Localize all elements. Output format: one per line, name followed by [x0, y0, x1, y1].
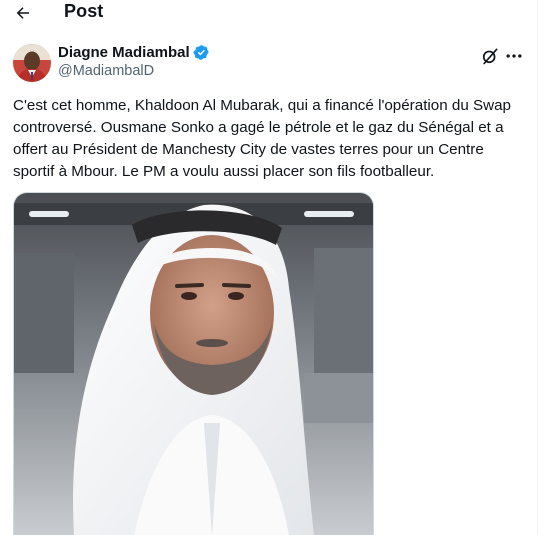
author-name[interactable]: Diagne Madiambal — [58, 44, 190, 61]
avatar[interactable] — [13, 44, 51, 82]
verified-badge-icon — [193, 45, 209, 60]
grok-icon — [482, 48, 498, 65]
more-horizontal-icon — [506, 54, 522, 58]
column-border — [537, 0, 538, 535]
back-button[interactable] — [8, 0, 38, 26]
post-header: Diagne Madiambal @MadiambalD — [0, 40, 537, 84]
page-title: Post — [64, 1, 104, 21]
tweet-photo[interactable] — [13, 192, 374, 535]
tweet-text: C'est cet homme, Khaldoon Al Mubarak, qu… — [13, 97, 511, 180]
more-options-button[interactable] — [504, 46, 524, 66]
author-handle[interactable]: @MadiambalD — [58, 63, 210, 79]
photo-image — [14, 193, 373, 535]
arrow-left-icon — [16, 7, 29, 19]
grok-button[interactable] — [480, 46, 500, 66]
top-bar: Post — [0, 0, 537, 28]
